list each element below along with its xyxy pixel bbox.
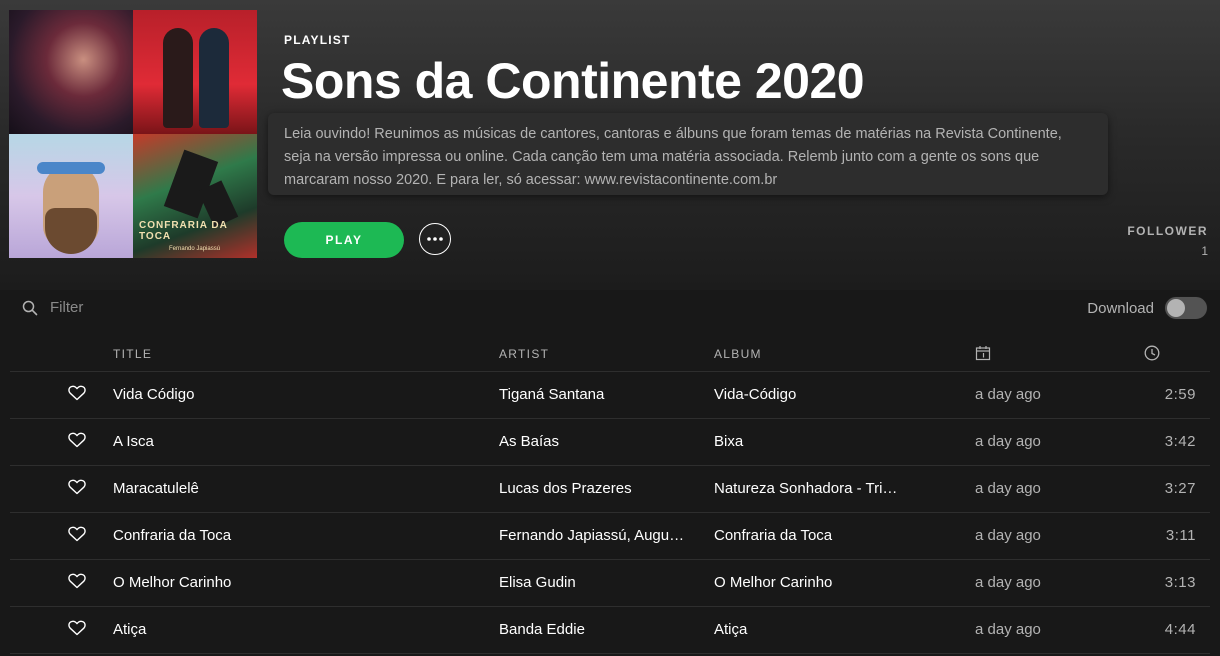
cover-figure: [199, 28, 229, 128]
track-title[interactable]: Vida Código: [113, 386, 483, 403]
header-title[interactable]: TITLE: [113, 347, 152, 361]
toggle-knob: [1167, 299, 1185, 317]
header-album[interactable]: ALBUM: [714, 347, 762, 361]
track-added: a day ago: [975, 433, 1041, 450]
track-artist[interactable]: Fernando Japiassú, Augu…: [499, 527, 699, 544]
table-row[interactable]: Atiça Banda Eddie Atiça a day ago 4:44: [10, 607, 1210, 654]
table-row[interactable]: O Melhor Carinho Elisa Gudin O Melhor Cari…: [10, 560, 1210, 607]
ellipsis-icon: [427, 237, 443, 241]
track-album[interactable]: Natureza Sonhadora - Tri…: [714, 480, 914, 497]
track-album[interactable]: Vida-Código: [714, 386, 914, 403]
heart-icon[interactable]: [68, 432, 86, 452]
track-album[interactable]: Atiça: [714, 621, 914, 638]
playlist-description: Leia ouvindo! Reunimos as músicas de can…: [284, 126, 1062, 188]
search-icon: [22, 300, 38, 315]
track-album[interactable]: O Melhor Carinho: [714, 574, 914, 591]
cover-caption: CONFRARIA DA TOCA: [139, 220, 228, 242]
track-duration: 3:42: [1164, 433, 1196, 450]
track-title[interactable]: A Isca: [113, 433, 483, 450]
followers-block: FOLLOWER 1: [1127, 224, 1208, 258]
track-artist[interactable]: Lucas dos Prazeres: [499, 480, 699, 497]
track-added: a day ago: [975, 621, 1041, 638]
track-artist[interactable]: Banda Eddie: [499, 621, 699, 638]
filter-input[interactable]: [48, 298, 212, 317]
description-tooltip: Leia ouvindo! Reunimos as músicas de can…: [268, 113, 1108, 195]
track-title[interactable]: Atiça: [113, 621, 483, 638]
playlist-type-label: PLAYLIST: [284, 33, 351, 47]
page-title: Sons da Continente 2020: [281, 53, 865, 109]
track-added: a day ago: [975, 574, 1041, 591]
track-duration: 3:13: [1164, 574, 1196, 591]
clock-icon: [1144, 345, 1160, 361]
header-duration[interactable]: [1144, 345, 1160, 364]
track-duration: 3:27: [1164, 480, 1196, 497]
track-added: a day ago: [975, 527, 1041, 544]
track-title[interactable]: Confraria da Toca: [113, 527, 483, 544]
play-button[interactable]: PLAY: [284, 222, 404, 258]
calendar-icon: [975, 346, 991, 361]
cover-figure: [163, 28, 193, 128]
heart-icon[interactable]: [68, 526, 86, 546]
download-control: Download: [1087, 296, 1208, 320]
download-label: Download: [1087, 299, 1154, 317]
track-duration: 3:11: [1165, 527, 1196, 544]
heart-icon[interactable]: [68, 620, 86, 640]
cover-tile-1: [9, 10, 133, 134]
track-list: Vida Código Tiganá Santana Vida-Código a da…: [10, 372, 1210, 654]
track-added: a day ago: [975, 480, 1041, 497]
cover-beard: [45, 208, 97, 254]
cover-subcaption: Fernando Japiassú: [169, 246, 221, 252]
cover-tile-3: [9, 134, 133, 258]
table-row[interactable]: Vida Código Tiganá Santana Vida-Código a da…: [10, 372, 1210, 419]
followers-count: 1: [1201, 244, 1208, 258]
cover-tile-4: CONFRARIA DA TOCA Fernando Japiassú: [133, 134, 257, 258]
header-artist[interactable]: ARTIST: [499, 347, 549, 361]
track-duration: 2:59: [1164, 386, 1196, 403]
track-artist[interactable]: As Baías: [499, 433, 699, 450]
heart-icon[interactable]: [68, 385, 86, 405]
track-added: a day ago: [975, 386, 1041, 403]
table-row[interactable]: Maracatulelê Lucas dos Prazeres Natureza S…: [10, 466, 1210, 513]
table-row[interactable]: Confraria da Toca Fernando Japiassú, Augu…: [10, 513, 1210, 560]
followers-label: FOLLOWER: [1127, 224, 1208, 238]
table-header: TITLE ARTIST ALBUM: [10, 342, 1210, 372]
cover-headband: [37, 162, 105, 174]
cover-tile-2: [133, 10, 257, 134]
download-toggle[interactable]: [1164, 296, 1208, 320]
more-options-button[interactable]: [419, 223, 451, 255]
track-artist[interactable]: Tiganá Santana: [499, 386, 699, 403]
track-title[interactable]: Maracatulelê: [113, 480, 483, 497]
track-album[interactable]: Bixa: [714, 433, 914, 450]
track-artist[interactable]: Elisa Gudin: [499, 574, 699, 591]
track-album[interactable]: Confraria da Toca: [714, 527, 914, 544]
table-row[interactable]: A Isca As Baías Bixa a day ago 3:42: [10, 419, 1210, 466]
playlist-cover[interactable]: CONFRARIA DA TOCA Fernando Japiassú: [9, 10, 257, 258]
filter-box[interactable]: [22, 298, 212, 317]
heart-icon[interactable]: [68, 573, 86, 593]
heart-icon[interactable]: [68, 479, 86, 499]
track-duration: 4:44: [1164, 621, 1196, 638]
header-added[interactable]: [975, 345, 991, 364]
track-title[interactable]: O Melhor Carinho: [113, 574, 483, 591]
